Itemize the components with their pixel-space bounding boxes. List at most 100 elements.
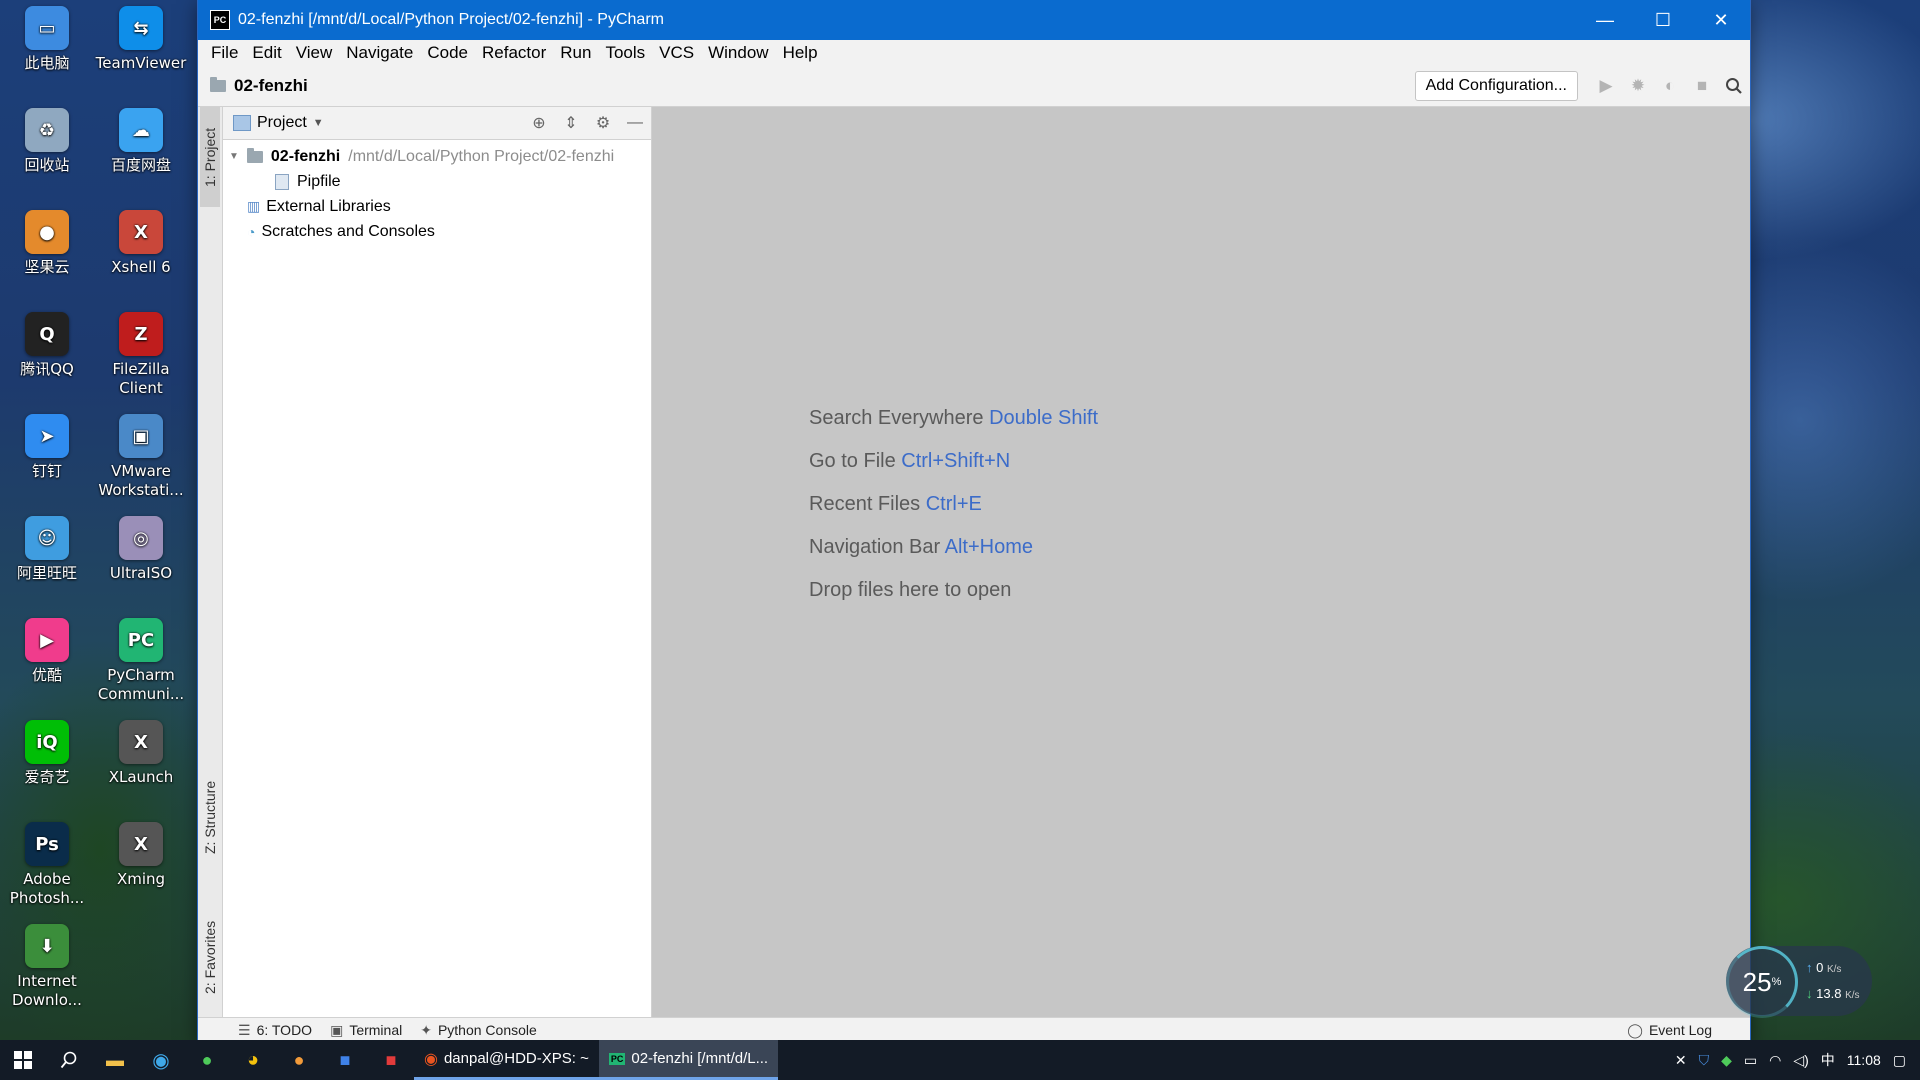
maximize-button[interactable]: ☐ [1634, 0, 1692, 40]
desktop-shortcut[interactable]: ➤ 钉钉 [0, 414, 94, 481]
menu-help[interactable]: Help [776, 43, 825, 63]
chrome-icon[interactable]: ◕ [230, 1040, 276, 1080]
desktop-shortcut[interactable]: ▭ 此电脑 [0, 6, 94, 73]
menu-refactor[interactable]: Refactor [475, 43, 553, 63]
desktop-shortcut-label: PyCharm Communi... [97, 666, 185, 703]
menu-edit[interactable]: Edit [245, 43, 288, 63]
notes-icon[interactable]: ■ [322, 1040, 368, 1080]
event-log-tab[interactable]: ◯ Event Log [1627, 1022, 1712, 1039]
desktop-shortcut-label: 钉钉 [31, 462, 62, 480]
breadcrumb[interactable]: 02-fenzhi [210, 76, 1415, 96]
project-view-selector[interactable]: Project ▼ [223, 114, 523, 132]
desktop-shortcut[interactable]: ▶ 优酷 [0, 618, 94, 685]
hint-key: Ctrl+Shift+N [901, 450, 1011, 472]
desktop-shortcut[interactable]: ☺ 阿里旺旺 [0, 516, 94, 583]
tree-item-scratches[interactable]: ◔ Scratches and Consoles [223, 219, 651, 244]
ime-icon[interactable]: 中 [1821, 1050, 1835, 1070]
desktop-shortcut[interactable]: ⬇ Internet Downlo... [0, 924, 94, 1010]
wechat-icon[interactable]: ● [184, 1040, 230, 1080]
desktop-shortcut[interactable]: X Xming [94, 822, 188, 889]
tab-favorites[interactable]: 2: Favorites [200, 897, 220, 1017]
desktop-shortcut[interactable]: ● 坚果云 [0, 210, 94, 277]
desktop-shortcut-label: VMware Workstati... [98, 462, 184, 499]
tree-item-pipfile[interactable]: Pipfile [223, 169, 651, 194]
desktop-shortcut-label: UltraISO [109, 564, 173, 582]
desktop-shortcut[interactable]: ♻ 回收站 [0, 108, 94, 175]
browser-icon[interactable]: ● [276, 1040, 322, 1080]
menu-window[interactable]: Window [701, 43, 775, 63]
gear-icon[interactable]: ⚙ [587, 113, 619, 133]
title-bar[interactable]: PC 02-fenzhi [/mnt/d/Local/Python Projec… [198, 0, 1750, 40]
dingtalk-icon: ➤ [25, 414, 69, 458]
desktop-shortcut[interactable]: ▣ VMware Workstati... [94, 414, 188, 500]
app-red-icon[interactable]: ■ [368, 1040, 414, 1080]
debug-icon[interactable]: ✹ [1622, 72, 1654, 100]
desktop-shortcut[interactable]: ⇆ TeamViewer [94, 6, 188, 73]
tab-project[interactable]: 1: Project [200, 107, 220, 207]
desktop-shortcut-label: Adobe Photosh... [9, 870, 85, 907]
security-icon[interactable]: ◆ [1721, 1052, 1732, 1069]
taskbar-app-pycharm[interactable]: PC 02-fenzhi [/mnt/d/L... [598, 1040, 779, 1080]
start-button[interactable] [0, 1040, 46, 1080]
system-monitor-widget[interactable]: 25% ↑ 0 K/s ↓ 13.8 K/s [1726, 946, 1872, 1018]
locate-icon[interactable]: ⊕ [523, 113, 555, 133]
desktop-shortcut[interactable]: PC PyCharm Communi... [94, 618, 188, 704]
close-button[interactable]: ✕ [1692, 0, 1750, 40]
python-console-tab[interactable]: ✦ Python Console [420, 1022, 537, 1039]
desktop-shortcut[interactable]: ◎ UltraISO [94, 516, 188, 583]
notification-icon[interactable]: ▢ [1893, 1052, 1906, 1069]
menu-file[interactable]: File [204, 43, 245, 63]
cpu-percent: 25 [1742, 966, 1772, 997]
editor-area[interactable]: Search Everywhere Double Shift Go to Fil… [652, 107, 1750, 1018]
battery-icon[interactable]: ▭ [1744, 1052, 1757, 1069]
tree-item-external-libraries[interactable]: ▥ External Libraries [223, 194, 651, 219]
download-value: 13.8 [1816, 986, 1842, 1001]
edge-icon[interactable]: ◉ [138, 1040, 184, 1080]
search-icon[interactable] [46, 1040, 92, 1080]
desktop-shortcut-label: 坚果云 [24, 258, 70, 276]
tab-structure[interactable]: Z: Structure [200, 762, 220, 872]
desktop-shortcut-label: Xshell 6 [111, 258, 171, 276]
stop-icon[interactable]: ■ [1686, 72, 1718, 100]
collapse-all-icon[interactable]: ⇕ [555, 113, 587, 133]
taskbar-app-terminal[interactable]: ◉ danpal@HDD-XPS: ~ [414, 1040, 599, 1080]
network-icon[interactable]: ◠ [1769, 1052, 1781, 1069]
pycharm-window: PC 02-fenzhi [/mnt/d/Local/Python Projec… [198, 0, 1750, 1042]
clock[interactable]: 11:08 [1847, 1052, 1881, 1068]
minimize-button[interactable]: — [1576, 0, 1634, 40]
tree-item-root[interactable]: ▼ 02-fenzhi /mnt/d/Local/Python Project/… [223, 144, 651, 169]
search-icon[interactable] [1718, 72, 1750, 100]
desktop-shortcut[interactable]: Q 腾讯QQ [0, 312, 94, 379]
shield-icon[interactable]: ⛉ [1699, 1052, 1710, 1069]
computer-icon: ▭ [25, 6, 69, 50]
menu-code[interactable]: Code [420, 43, 475, 63]
cpu-gauge: 25% [1726, 946, 1798, 1018]
desktop-shortcut[interactable]: X Xshell 6 [94, 210, 188, 277]
file-explorer-icon[interactable]: ▬ [92, 1040, 138, 1080]
run-with-coverage-icon[interactable]: ◐ [1654, 72, 1686, 100]
desktop-shortcut[interactable]: ☁ 百度网盘 [94, 108, 188, 175]
hide-panel-icon[interactable]: — [619, 114, 651, 132]
desktop-shortcut[interactable]: iQ 爱奇艺 [0, 720, 94, 787]
volume-icon[interactable]: ◁) [1793, 1052, 1808, 1069]
desktop-shortcut[interactable]: Z FileZilla Client [94, 312, 188, 398]
run-icon[interactable]: ▶ [1590, 72, 1622, 100]
xshell-icon: X [119, 210, 163, 254]
menu-tools[interactable]: Tools [598, 43, 652, 63]
cpu-percent-sign: % [1771, 976, 1782, 988]
todo-tab[interactable]: ☰ 6: TODO [238, 1022, 312, 1039]
taskbar-app-terminal-label: danpal@HDD-XPS: ~ [443, 1050, 589, 1067]
desktop-shortcut[interactable]: X XLaunch [94, 720, 188, 787]
terminal-tab[interactable]: ▣ Terminal [330, 1022, 402, 1039]
desktop-shortcut[interactable]: Ps Adobe Photosh... [0, 822, 94, 908]
internet-download-icon: ⬇ [25, 924, 69, 968]
expand-arrow-icon: ▼ [229, 151, 239, 162]
menu-navigate[interactable]: Navigate [339, 43, 420, 63]
menu-run[interactable]: Run [553, 43, 598, 63]
menu-view[interactable]: View [289, 43, 340, 63]
add-configuration-button[interactable]: Add Configuration... [1414, 71, 1578, 101]
menu-vcs[interactable]: VCS [652, 43, 701, 63]
teamviewer-icon: ⇆ [119, 6, 163, 50]
xlaunch-tray-icon[interactable]: ✕ [1675, 1052, 1687, 1069]
folder-icon [210, 77, 226, 92]
